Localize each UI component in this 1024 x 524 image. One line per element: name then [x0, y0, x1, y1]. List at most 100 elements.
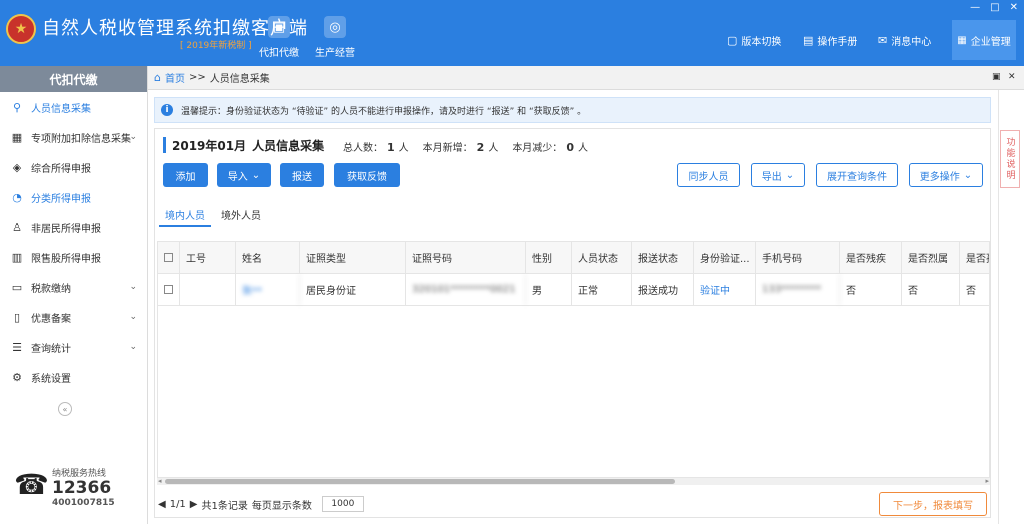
- period-label: 2019年01月: [172, 138, 247, 153]
- version-switch-button[interactable]: ▢ 版本切换: [727, 33, 781, 48]
- column-header: 性别: [526, 242, 572, 273]
- window-icon: ▢: [727, 34, 738, 47]
- scroll-right-icon[interactable]: ▸: [985, 477, 989, 485]
- chevron-down-icon: ⌄: [129, 342, 137, 352]
- chevron-down-icon: ⌄: [251, 169, 261, 181]
- import-button[interactable]: 导入 ⌄: [217, 163, 271, 187]
- function-help-tab[interactable]: 功能说明: [1000, 130, 1020, 188]
- sidebar-item[interactable]: ⚲ 人员信息采集: [0, 92, 147, 122]
- sidebar-item[interactable]: ◔ 分类所得申报: [0, 182, 147, 212]
- submit-button[interactable]: 报送: [280, 163, 324, 187]
- scroll-left-icon[interactable]: ◂: [158, 477, 162, 485]
- sidebar-item[interactable]: ▭ 税款缴纳 ⌄: [0, 272, 147, 302]
- more-actions-button[interactable]: 更多操作 ⌄: [909, 163, 983, 187]
- module-business[interactable]: ◎ 生产经营: [310, 16, 360, 59]
- home-icon: ⌂: [154, 71, 161, 84]
- prev-page-icon[interactable]: ◀: [158, 499, 166, 510]
- chevron-down-icon: ⌄: [129, 312, 137, 322]
- minimize-button[interactable]: —: [970, 2, 980, 13]
- table-cell-disabled: 否: [840, 274, 902, 305]
- table-cell-id: [180, 274, 236, 305]
- table-cell-submit-status: 报送成功: [632, 274, 694, 305]
- chevron-down-icon: ⌄: [785, 169, 795, 181]
- sidebar-item-label: 系统设置: [31, 373, 71, 385]
- page-title: 人员信息采集: [252, 138, 325, 153]
- checkbox-icon: [164, 253, 173, 262]
- search-list-icon: ☰: [12, 340, 22, 354]
- module-withholding[interactable]: ▣ 代扣代缴: [254, 16, 304, 59]
- info-icon: i: [161, 104, 173, 116]
- maximize-button[interactable]: □: [990, 2, 999, 13]
- per-page-input[interactable]: 1000: [321, 496, 364, 512]
- sidebar-item[interactable]: ▦ 专项附加扣除信息采集 ⌄: [0, 122, 147, 152]
- manual-button[interactable]: ▤ 操作手册: [803, 33, 857, 48]
- sidebar-item-label: 税款缴纳: [31, 283, 71, 295]
- column-header: 人员状态: [572, 242, 632, 273]
- layers-icon: ◈: [12, 160, 22, 174]
- messages-button[interactable]: ✉ 消息中心: [878, 33, 931, 48]
- tab-foreign[interactable]: 境外人员: [221, 207, 261, 222]
- sidebar-item-label: 综合所得申报: [31, 163, 91, 175]
- import-label: 导入: [227, 171, 248, 183]
- sidebar-item[interactable]: ▥ 限售股所得申报: [0, 242, 147, 272]
- row-checkbox[interactable]: [158, 274, 180, 305]
- column-header: 身份验证...: [694, 242, 756, 273]
- column-header: 报送状态: [632, 242, 694, 273]
- coins-icon: ◎: [324, 16, 346, 38]
- vertical-divider: [998, 90, 999, 524]
- table-cell-phone: 133********: [756, 274, 840, 305]
- enterprise-button[interactable]: ▦ 企业管理: [952, 20, 1016, 60]
- table-cell-verify[interactable]: 验证中: [694, 274, 756, 305]
- get-feedback-button[interactable]: 获取反馈: [334, 163, 400, 187]
- select-all-checkbox[interactable]: [158, 242, 180, 273]
- sync-people-button[interactable]: 同步人员: [677, 163, 740, 187]
- sidebar-item[interactable]: ☰ 查询统计 ⌄: [0, 332, 147, 362]
- expand-filters-button[interactable]: 展开查询条件: [816, 163, 898, 187]
- stat-reduce: 本月减少： 0 人: [512, 141, 588, 154]
- collapse-sidebar-button[interactable]: «: [58, 402, 72, 416]
- sidebar: 代扣代缴 ⚲ 人员信息采集 ▦ 专项附加扣除信息采集 ⌄ ◈ 综合所得申报 ◔ 分类所得申报 ♙ 非…: [0, 66, 148, 524]
- column-header: 是否烈属: [902, 242, 960, 273]
- manual-label: 操作手册: [817, 37, 858, 48]
- close-tab-icon[interactable]: ✕: [1008, 72, 1016, 82]
- breadcrumb-home-link[interactable]: 首页: [165, 70, 185, 85]
- period-title-bar: 2019年01月 人员信息采集: [163, 137, 324, 153]
- messages-label: 消息中心: [891, 37, 932, 48]
- restore-icon[interactable]: ▣: [992, 72, 1001, 82]
- book-icon: ▤: [803, 34, 814, 47]
- table-row[interactable]: 张** 居民身份证 320101********0021 男正常 报送成功 验证中 133*…: [158, 274, 989, 306]
- table-cell-martyr: 否: [902, 274, 960, 305]
- window-controls: — □ ✕: [970, 2, 1018, 13]
- sidebar-menu: ⚲ 人员信息采集 ▦ 专项附加扣除信息采集 ⌄ ◈ 综合所得申报 ◔ 分类所得申报 ♙ 非居民所得申…: [0, 92, 147, 392]
- chevron-down-icon: ⌄: [129, 132, 137, 142]
- table-cell-name: 张**: [236, 274, 300, 305]
- add-button[interactable]: 添加: [163, 163, 208, 187]
- scrollbar-thumb[interactable]: [165, 479, 675, 484]
- next-page-icon[interactable]: ▶: [190, 499, 198, 510]
- tax-emblem-icon: ★: [6, 14, 36, 44]
- person-icon: ⚲: [12, 100, 22, 114]
- chevron-down-icon: ⌄: [963, 169, 973, 181]
- checkbox-icon: [164, 285, 173, 294]
- enterprise-label: 企业管理: [970, 36, 1011, 48]
- sidebar-item-label: 查询统计: [31, 343, 71, 355]
- next-step-button[interactable]: 下一步，报表填写: [879, 492, 987, 516]
- sidebar-item[interactable]: ♙ 非居民所得申报: [0, 212, 147, 242]
- sidebar-item[interactable]: ◈ 综合所得申报: [0, 152, 147, 182]
- person-tabs: 境内人员 境外人员: [155, 203, 990, 227]
- hotline-number: 12366: [52, 478, 112, 498]
- wallet-icon: ▭: [11, 280, 23, 294]
- module-business-label: 生产经营: [315, 48, 355, 59]
- main-panel: 2019年01月 人员信息采集 总人数： 1 人 本月新增： 2 人 本月减少： 0 人 添…: [154, 128, 991, 518]
- chevron-down-icon: ⌄: [129, 282, 137, 292]
- bar-chart-icon: ▥: [11, 250, 23, 264]
- tab-domestic[interactable]: 境内人员: [165, 207, 205, 222]
- breadcrumb-separator: >>: [188, 72, 206, 83]
- sidebar-item[interactable]: ⚙ 系统设置: [0, 362, 147, 392]
- export-button[interactable]: 导出 ⌄: [751, 163, 805, 187]
- close-button[interactable]: ✕: [1010, 2, 1018, 13]
- notice-text: 温馨提示：身份验证状态为 “待验证” 的人员不能进行申报操作，请及时进行 “报送…: [181, 106, 587, 117]
- sidebar-item[interactable]: ▯ 优惠备案 ⌄: [0, 302, 147, 332]
- column-header: 是否孤: [960, 242, 989, 273]
- horizontal-scrollbar[interactable]: ◂ ▸: [157, 477, 990, 485]
